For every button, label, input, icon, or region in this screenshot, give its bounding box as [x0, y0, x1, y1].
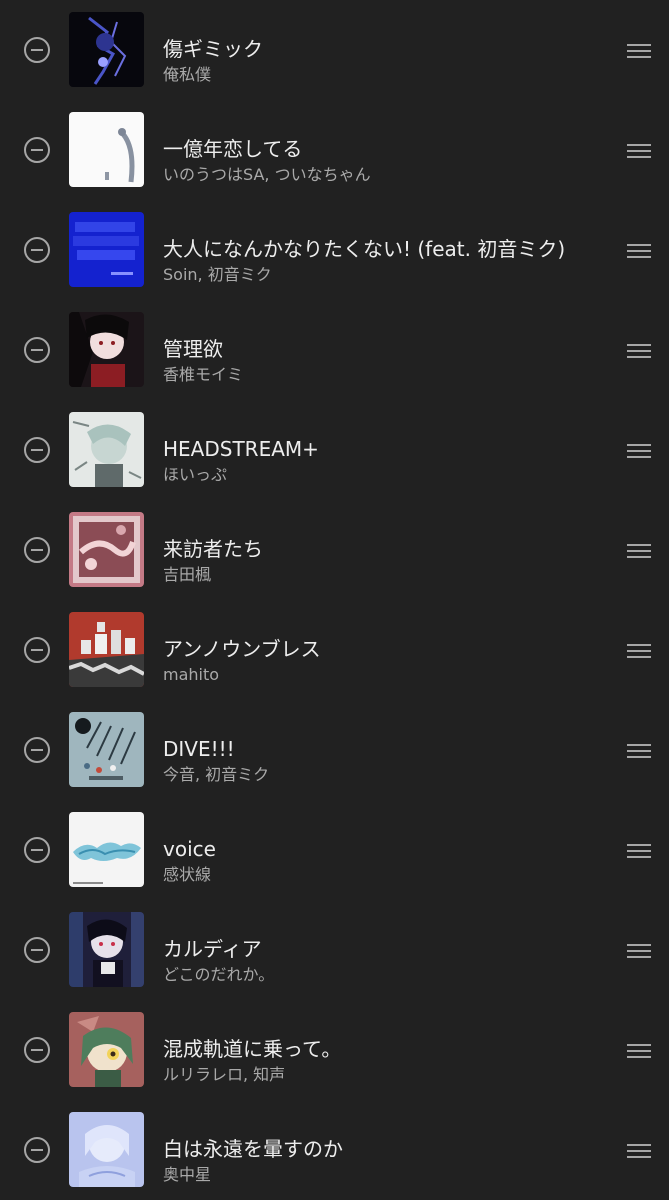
minus-circle-icon: [31, 549, 43, 551]
track-artist: どこのだれか。: [163, 965, 275, 984]
minus-circle-icon: [31, 449, 43, 451]
remove-track-button[interactable]: [24, 637, 50, 663]
drag-handle-icon[interactable]: [627, 443, 651, 459]
album-art: [69, 1112, 144, 1187]
remove-track-button[interactable]: [24, 1137, 50, 1163]
remove-track-button[interactable]: [24, 337, 50, 363]
track-title: 来訪者たち: [163, 537, 263, 561]
track-row[interactable]: 大人になんかなりたくない! (feat. 初音ミク) Soin, 初音ミク: [0, 212, 669, 312]
drag-handle-icon[interactable]: [627, 1143, 651, 1159]
drag-handle-icon[interactable]: [627, 343, 651, 359]
track-artist: 奥中星: [163, 1165, 212, 1184]
album-art: [69, 112, 144, 187]
track-title: 大人になんかなりたくない! (feat. 初音ミク): [163, 237, 566, 261]
track-row[interactable]: 白は永遠を暈すのか 奥中星: [0, 1112, 669, 1200]
minus-circle-icon: [31, 1149, 43, 1151]
minus-circle-icon: [31, 49, 43, 51]
track-title: 一億年恋してる: [163, 137, 303, 161]
track-artist: 今音, 初音ミク: [163, 765, 270, 784]
track-row[interactable]: 混成軌道に乗って。 ルリラレロ, 知声: [0, 1012, 669, 1112]
track-artist: mahito: [163, 665, 220, 684]
track-row[interactable]: アンノウンブレス mahito: [0, 612, 669, 712]
track-artist: いのうつはSA, ついなちゃん: [163, 165, 371, 184]
minus-circle-icon: [31, 149, 43, 151]
track-row[interactable]: 一億年恋してる いのうつはSA, ついなちゃん: [0, 112, 669, 212]
album-art: [69, 12, 144, 87]
album-art: [69, 412, 144, 487]
drag-handle-icon[interactable]: [627, 143, 651, 159]
track-title: アンノウンブレス: [163, 637, 321, 661]
album-art: [69, 312, 144, 387]
track-row[interactable]: DIVE!!! 今音, 初音ミク: [0, 712, 669, 812]
remove-track-button[interactable]: [24, 37, 50, 63]
drag-handle-icon[interactable]: [627, 643, 651, 659]
album-art: [69, 212, 144, 287]
album-art: [69, 512, 144, 587]
minus-circle-icon: [31, 649, 43, 651]
track-row[interactable]: 傷ギミック 俺私僕: [0, 12, 669, 112]
album-art: [69, 912, 144, 987]
track-artist: 俺私僕: [163, 65, 212, 84]
remove-track-button[interactable]: [24, 737, 50, 763]
track-title: HEADSTREAM+: [163, 437, 319, 461]
minus-circle-icon: [31, 1049, 43, 1051]
remove-track-button[interactable]: [24, 837, 50, 863]
drag-handle-icon[interactable]: [627, 543, 651, 559]
drag-handle-icon[interactable]: [627, 243, 651, 259]
remove-track-button[interactable]: [24, 137, 50, 163]
drag-handle-icon[interactable]: [627, 843, 651, 859]
track-title: 傷ギミック: [163, 37, 263, 61]
drag-handle-icon[interactable]: [627, 943, 651, 959]
track-row[interactable]: 来訪者たち 吉田楓: [0, 512, 669, 612]
minus-circle-icon: [31, 249, 43, 251]
track-title: カルディア: [163, 937, 262, 961]
album-art: [69, 812, 144, 887]
remove-track-button[interactable]: [24, 237, 50, 263]
drag-handle-icon[interactable]: [627, 743, 651, 759]
album-art: [69, 612, 144, 687]
track-row[interactable]: voice 感状線: [0, 812, 669, 912]
track-title: 混成軌道に乗って。: [163, 1037, 342, 1061]
track-title: DIVE!!!: [163, 737, 235, 761]
track-row[interactable]: HEADSTREAM+ ほいっぷ: [0, 412, 669, 512]
track-artist: ほいっぷ: [163, 465, 228, 484]
remove-track-button[interactable]: [24, 437, 50, 463]
minus-circle-icon: [31, 349, 43, 351]
track-title: 管理欲: [163, 337, 223, 361]
track-title: voice: [163, 837, 216, 861]
track-artist: ルリラレロ, 知声: [163, 1065, 286, 1084]
drag-handle-icon[interactable]: [627, 43, 651, 59]
track-row[interactable]: カルディア どこのだれか。: [0, 912, 669, 1012]
minus-circle-icon: [31, 949, 43, 951]
track-row[interactable]: 管理欲 香椎モイミ: [0, 312, 669, 412]
track-title: 白は永遠を暈すのか: [163, 1137, 343, 1161]
album-art: [69, 1012, 144, 1087]
remove-track-button[interactable]: [24, 537, 50, 563]
track-list: 傷ギミック 俺私僕 一億年恋してる いのうつはSA, ついなちゃん 大人になんか…: [0, 0, 669, 1200]
minus-circle-icon: [31, 749, 43, 751]
track-artist: 吉田楓: [163, 565, 212, 584]
minus-circle-icon: [31, 849, 43, 851]
remove-track-button[interactable]: [24, 937, 50, 963]
track-artist: Soin, 初音ミク: [163, 265, 272, 284]
album-art: [69, 712, 144, 787]
drag-handle-icon[interactable]: [627, 1043, 651, 1059]
track-artist: 感状線: [163, 865, 212, 884]
remove-track-button[interactable]: [24, 1037, 50, 1063]
track-artist: 香椎モイミ: [163, 365, 244, 384]
